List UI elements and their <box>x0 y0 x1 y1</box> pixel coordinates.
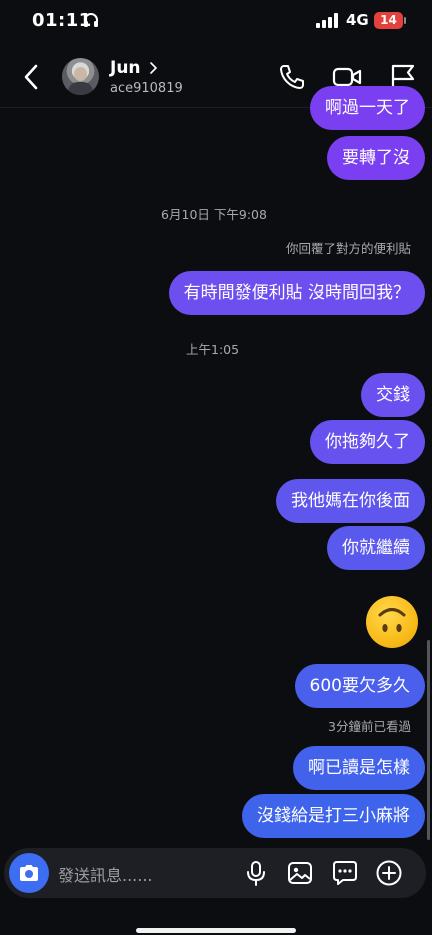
avatar-face <box>74 67 87 81</box>
message-bubble[interactable]: 600要欠多久 <box>294 664 425 708</box>
network-type: 4G <box>346 11 369 29</box>
timestamp: 6月10日 下午9:08 <box>161 207 267 222</box>
battery-level: 14 <box>380 13 397 27</box>
message-bubble[interactable]: 你拖夠久了 <box>310 420 425 464</box>
avatar-body <box>68 82 93 95</box>
message-input[interactable]: 發送訊息...... <box>58 862 153 886</box>
contact-handle: ace910819 <box>110 81 183 96</box>
seen-receipt: 3分鐘前已看過 <box>328 719 411 734</box>
battery-cap <box>404 17 406 24</box>
message-bubble[interactable]: 交錢 <box>361 373 425 417</box>
home-indicator[interactable] <box>136 928 296 933</box>
message-bubble[interactable]: 沒錢給是打三小麻將 <box>242 794 425 838</box>
plus-icon[interactable] <box>375 859 403 887</box>
back-arrow-icon[interactable] <box>18 62 46 92</box>
chevron-right-icon[interactable] <box>148 61 158 75</box>
message-bubble[interactable]: 啊已讀是怎樣 <box>293 746 425 790</box>
battery-icon: 14 <box>374 12 403 29</box>
message-bubble[interactable]: 我他媽在你後面 <box>276 479 425 523</box>
status-bar: 01:11 4G 14 <box>0 0 432 44</box>
upside-down-face-emoji[interactable] <box>366 596 418 648</box>
message-bubble[interactable]: 要轉了沒 <box>327 136 425 180</box>
message-bubble[interactable]: 有時間發便利貼 沒時間回我？ <box>168 271 425 315</box>
timestamp: 上午1:05 <box>186 342 240 357</box>
sticker-icon[interactable] <box>331 859 359 887</box>
camera-icon <box>20 865 38 881</box>
headphones-icon <box>84 13 98 27</box>
reply-note: 你回覆了對方的便利貼 <box>285 241 411 256</box>
message-bubble[interactable]: 你就繼續 <box>327 526 425 570</box>
camera-button[interactable] <box>9 853 49 893</box>
message-bubble[interactable]: 啊過一天了 <box>310 86 425 130</box>
gallery-icon[interactable] <box>286 859 314 887</box>
signal-icon <box>316 13 338 28</box>
message-composer: 發送訊息...... <box>4 848 426 898</box>
avatar[interactable] <box>62 58 99 95</box>
microphone-icon[interactable] <box>242 859 270 887</box>
phone-icon[interactable] <box>277 62 307 92</box>
scrollbar[interactable] <box>427 640 430 840</box>
contact-name[interactable]: Jun <box>110 58 141 78</box>
